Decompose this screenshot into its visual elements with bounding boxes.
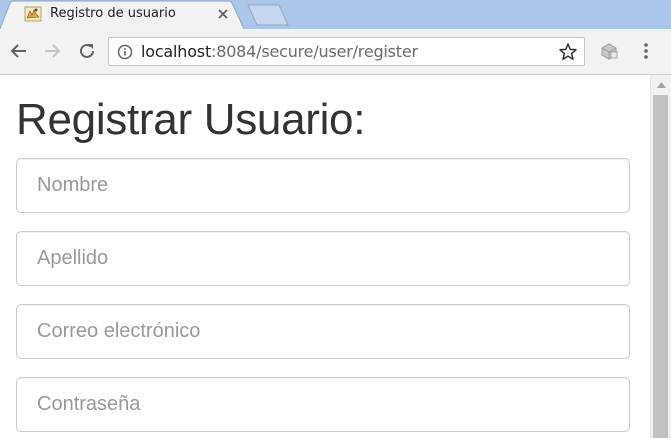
url-path: :8084/secure/user/register — [211, 42, 418, 61]
address-bar[interactable]: localhost:8084/secure/user/register — [108, 37, 585, 66]
password-field[interactable] — [16, 377, 630, 432]
url-host: localhost — [141, 42, 212, 61]
back-arrow-icon[interactable] — [7, 39, 31, 63]
tomcat-favicon — [24, 5, 42, 23]
tab-registro[interactable]: Registro de usuario — [0, 0, 246, 30]
tab-strip: Registro de usuario — [0, 0, 671, 30]
tab-title: Registro de usuario — [50, 6, 176, 21]
vertical-scrollbar[interactable] — [650, 75, 671, 438]
email-field[interactable] — [16, 304, 630, 359]
page-title: Registrar Usuario: — [16, 95, 366, 144]
extension-icon[interactable] — [597, 39, 621, 63]
menu-dots-icon[interactable] — [634, 39, 658, 63]
scrollbar-thumb[interactable] — [653, 95, 668, 438]
apellido-input[interactable] — [16, 231, 630, 286]
nombre-input[interactable] — [16, 158, 630, 213]
scroll-up-arrow-icon[interactable] — [651, 75, 671, 95]
info-icon[interactable] — [117, 44, 133, 60]
new-tab-button[interactable] — [246, 4, 292, 26]
reload-icon[interactable] — [75, 39, 99, 63]
url-text: localhost:8084/secure/user/register — [141, 42, 418, 61]
page-viewport: Registrar Usuario: — [0, 75, 650, 438]
close-icon[interactable] — [214, 5, 232, 23]
browser-toolbar: localhost:8084/secure/user/register — [0, 29, 671, 75]
star-icon[interactable] — [558, 42, 578, 62]
forward-arrow-icon[interactable] — [40, 39, 64, 63]
